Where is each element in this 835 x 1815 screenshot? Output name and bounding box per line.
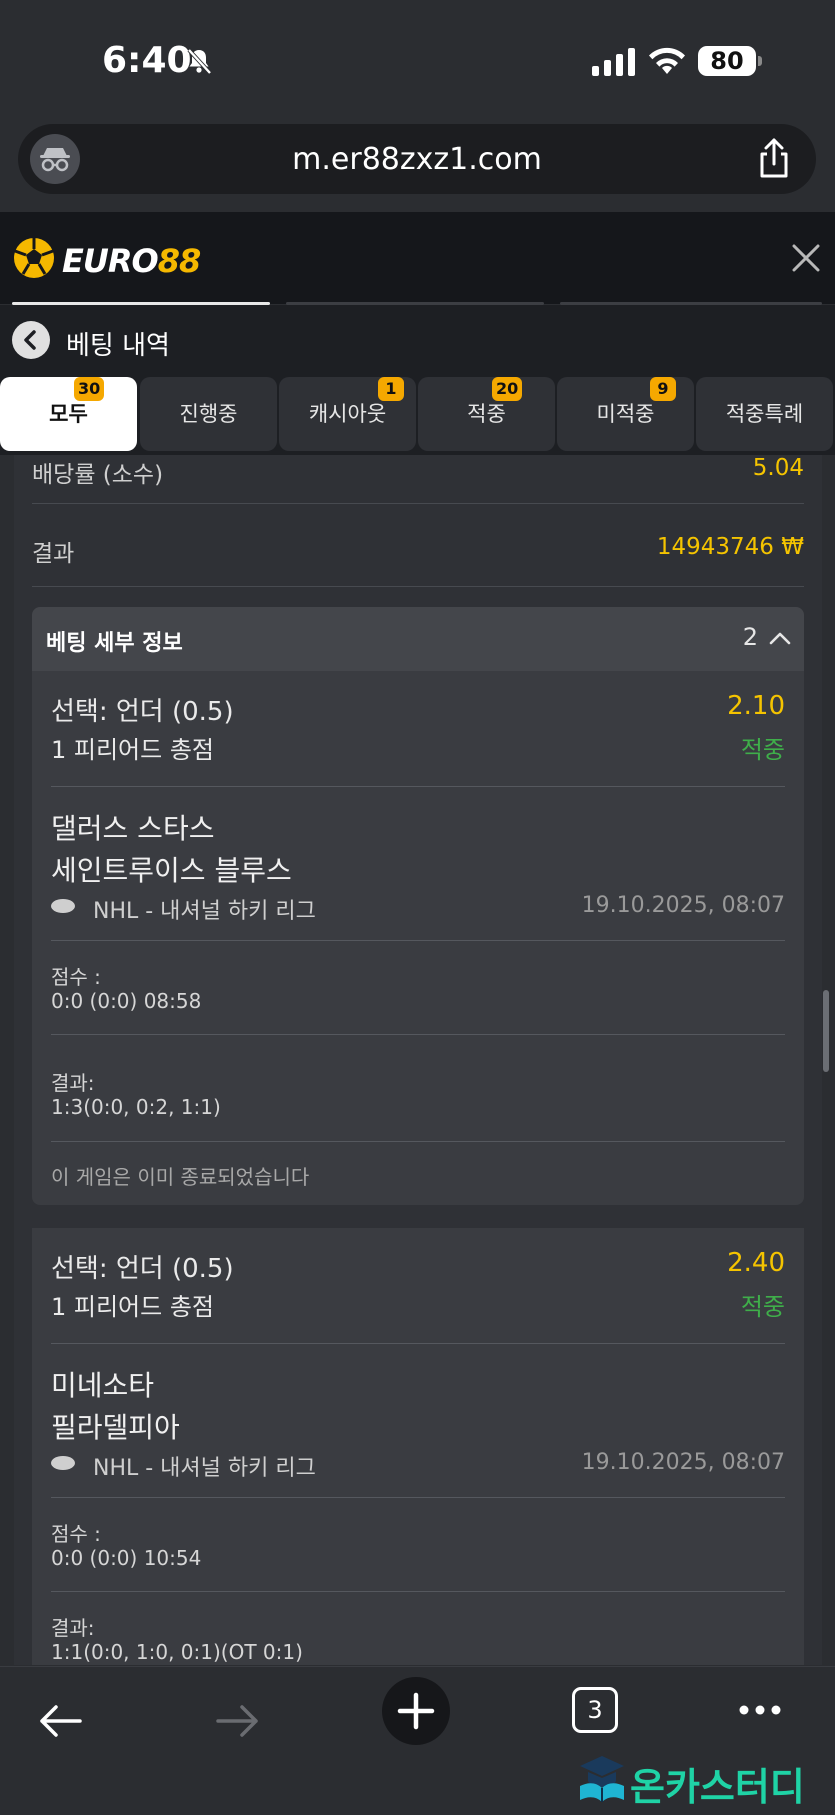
- league-name: NHL - 내셔널 하키 리그: [93, 1456, 316, 1481]
- bet-selection-card: 선택: 언더 (0.5) 2.40 1 피리어드 총점 적중 미네소타 필라델피…: [32, 1228, 804, 1665]
- logo-text-88: 88: [157, 242, 202, 280]
- bet-details-count: 2: [742, 623, 758, 651]
- final-result-value: 1:1(0:0, 1:0, 0:1)(OT 0:1): [51, 1640, 303, 1664]
- market-text: 1 피리어드 총점: [51, 1293, 215, 1321]
- status-bar: 6:40 80: [0, 0, 835, 120]
- hockey-puck-icon: [51, 899, 75, 913]
- selection-text: 선택: 언더 (0.5): [51, 697, 234, 727]
- divider: [51, 940, 785, 941]
- event-date: 19.10.2025, 08:07: [581, 893, 785, 918]
- tab-label: 캐시아웃: [308, 402, 387, 426]
- close-icon[interactable]: [790, 242, 822, 274]
- bet-details-panel: 배당률 (소수) 5.04 결과 14943746 ₩ 베팅 세부 정보 2 선…: [14, 455, 822, 1665]
- site-header: EURO88: [0, 212, 835, 304]
- divider: [32, 586, 804, 587]
- score-value: 0:0 (0:0) 08:58: [51, 989, 202, 1013]
- score-label: 점수 :: [51, 965, 101, 989]
- divider: [51, 786, 785, 787]
- more-options-icon[interactable]: [738, 1701, 782, 1719]
- chevron-left-icon: [24, 330, 36, 350]
- tab-label: 적중: [467, 402, 506, 426]
- tab-label: 미적중: [596, 402, 655, 426]
- odds-value: 5.04: [752, 455, 804, 481]
- tab-in-progress[interactable]: 진행중: [140, 377, 277, 451]
- score-value: 0:0 (0:0) 10:54: [51, 1546, 202, 1570]
- tab-count-badge: 9: [650, 377, 676, 401]
- away-team: 세인트루이스 블루스: [51, 854, 292, 887]
- tab-label: 적중특례: [725, 402, 804, 426]
- tab-count-badge: 1: [378, 377, 404, 401]
- home-team: 댈러스 스타스: [51, 812, 215, 845]
- page-header: 베팅 내역: [0, 305, 835, 375]
- hockey-puck-icon: [51, 1456, 75, 1470]
- graduation-book-logo-icon: [580, 1756, 624, 1802]
- divider: [32, 503, 804, 504]
- new-tab-button[interactable]: [382, 1677, 450, 1745]
- market-text: 1 피리어드 총점: [51, 736, 215, 764]
- tab-void[interactable]: 적중특례: [696, 377, 833, 451]
- status-badge: 적중: [740, 736, 785, 764]
- bet-selection-card: 선택: 언더 (0.5) 2.10 1 피리어드 총점 적중 댈러스 스타스 세…: [32, 671, 804, 1064]
- tab-count-badge: 20: [492, 377, 523, 401]
- tab-cashout[interactable]: 캐시아웃 1: [279, 377, 416, 451]
- home-team: 미네소타: [51, 1369, 155, 1402]
- league-name: NHL - 내셔널 하키 리그: [93, 899, 316, 924]
- score-label: 점수 :: [51, 1522, 101, 1546]
- bet-details-title: 베팅 세부 정보: [46, 631, 183, 656]
- result-value: 14943746 ₩: [656, 534, 804, 560]
- game-ended-note: 이 게임은 이미 종료되었습니다: [51, 1165, 310, 1189]
- divider: [51, 1141, 785, 1142]
- logo-text-euro: EURO: [62, 242, 159, 280]
- battery-indicator: 80: [698, 46, 762, 76]
- tab-label: 모두: [49, 402, 88, 426]
- result-row: 결과 14943746 ₩: [32, 534, 804, 568]
- watermark: 온카스터디: [574, 1748, 834, 1809]
- bet-filter-tabs: 모두 30 진행중 캐시아웃 1 적중 20 미적중 9 적중특례: [0, 375, 835, 455]
- share-icon[interactable]: [754, 136, 794, 180]
- divider: [51, 1497, 785, 1498]
- event-date: 19.10.2025, 08:07: [581, 1450, 785, 1475]
- cellular-signal-icon: [592, 48, 635, 76]
- plus-icon: [397, 1692, 435, 1730]
- odds-label: 배당률 (소수): [32, 462, 164, 488]
- tab-won[interactable]: 적중 20: [418, 377, 555, 451]
- back-arrow-icon[interactable]: [36, 1701, 84, 1741]
- away-team: 필라델피아: [51, 1411, 180, 1444]
- selection-text: 선택: 언더 (0.5): [51, 1254, 234, 1284]
- bell-muted-icon: [187, 48, 212, 75]
- chevron-up-icon[interactable]: [768, 627, 792, 651]
- bet-selection-card-footer: 결과: 1:3(0:0, 0:2, 1:1) 이 게임은 이미 종료되었습니다: [32, 1055, 804, 1205]
- divider: [51, 1591, 785, 1592]
- forward-arrow-icon[interactable]: [214, 1701, 262, 1741]
- status-badge: 적중: [740, 1293, 785, 1321]
- tab-lost[interactable]: 미적중 9: [557, 377, 694, 451]
- selection-odds: 2.10: [727, 691, 785, 721]
- odds-row: 배당률 (소수) 5.04: [32, 455, 804, 489]
- result-label: 결과: [32, 541, 75, 567]
- screen: 6:40 80 m.er88zxz1.com EURO88 베팅 내역 모두 3…: [0, 0, 835, 1815]
- divider: [51, 1343, 785, 1344]
- status-time: 6:40: [102, 40, 192, 81]
- selection-odds: 2.40: [727, 1248, 785, 1278]
- back-button[interactable]: [12, 321, 50, 359]
- final-result-value: 1:3(0:0, 0:2, 1:1): [51, 1095, 221, 1119]
- watermark-text: 온카스터디: [630, 1765, 805, 1809]
- tab-count-badge: 30: [74, 377, 105, 401]
- site-logo-text[interactable]: EURO88: [62, 242, 202, 280]
- divider: [51, 1034, 785, 1035]
- url-text[interactable]: m.er88zxz1.com: [18, 142, 816, 177]
- page-title: 베팅 내역: [66, 331, 170, 361]
- tab-all[interactable]: 모두 30: [0, 377, 137, 451]
- scrollbar-thumb[interactable]: [823, 990, 829, 1072]
- soccer-ball-logo-icon[interactable]: [12, 234, 56, 282]
- tab-label: 진행중: [179, 402, 238, 426]
- url-bar[interactable]: m.er88zxz1.com: [18, 124, 816, 194]
- final-result-label: 결과:: [51, 1071, 95, 1095]
- bet-details-header[interactable]: 베팅 세부 정보 2: [32, 607, 804, 671]
- final-result-label: 결과:: [51, 1616, 95, 1640]
- tabs-button[interactable]: 3: [572, 1687, 618, 1733]
- wifi-icon: [649, 47, 685, 74]
